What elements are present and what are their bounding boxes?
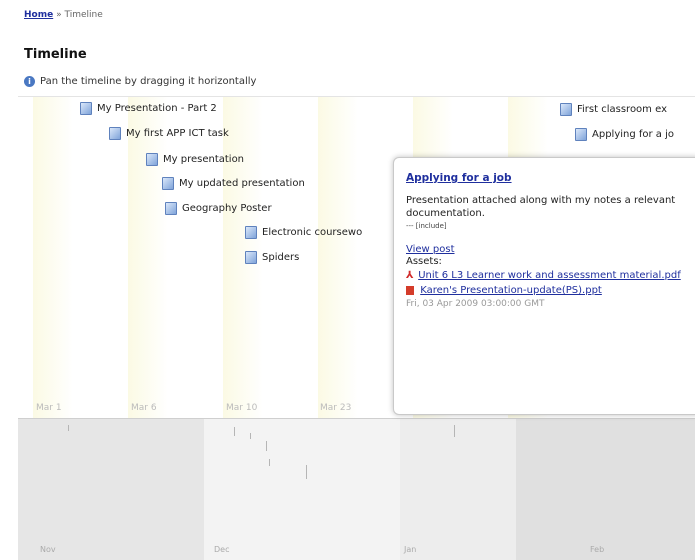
assets-label: Assets:: [406, 256, 442, 267]
asset-item[interactable]: Karen's Presentation-update(PS).ppt: [406, 284, 690, 297]
overview-tick: [234, 427, 235, 436]
date-label: Mar 1: [36, 403, 62, 413]
event-label: Spiders: [262, 252, 300, 263]
event-label: My presentation: [163, 154, 245, 165]
timeline-hint: i Pan the timeline by dragging it horizo…: [24, 76, 256, 87]
timeline-event[interactable]: My updated presentation: [162, 177, 305, 190]
overview-band: [516, 419, 695, 560]
timeline-event[interactable]: Electronic coursewo: [245, 226, 362, 239]
event-label: My Presentation - Part 2: [97, 103, 217, 114]
hint-text: Pan the timeline by dragging it horizont…: [40, 76, 257, 87]
popup-date: Fri, 03 Apr 2009 03:00:00 GMT: [406, 299, 545, 309]
event-label: Electronic coursewo: [262, 227, 363, 238]
overview-label: Jan: [404, 545, 417, 554]
overview-band: [204, 419, 400, 560]
event-popup: Applying for a job Presentation attached…: [393, 157, 695, 415]
overview-tick: [306, 465, 307, 479]
date-label: Mar 23: [320, 403, 352, 413]
timeline-event[interactable]: Spiders: [245, 251, 299, 264]
timeline-event[interactable]: First classroom ex: [560, 103, 667, 116]
event-label: My first APP ICT task: [126, 128, 229, 139]
overview-label: Dec: [214, 545, 230, 554]
document-icon: [245, 251, 257, 264]
overview-band: [400, 419, 516, 560]
document-icon: [162, 177, 174, 190]
timeline-band: [33, 97, 73, 419]
document-icon: [560, 103, 572, 116]
breadcrumb-current: Timeline: [64, 10, 103, 20]
event-label: My updated presentation: [179, 178, 305, 189]
view-post-link[interactable]: View post: [406, 244, 455, 255]
document-icon: [146, 153, 158, 166]
event-label: Applying for a jo: [592, 129, 675, 140]
timeline-band: [128, 97, 168, 419]
timeline-band: [318, 97, 358, 419]
popup-title-link[interactable]: Applying for a job: [406, 172, 690, 184]
breadcrumb-separator: »: [56, 10, 62, 20]
document-icon: [575, 128, 587, 141]
overview-tick: [250, 433, 251, 439]
overview-tick: [269, 459, 270, 466]
info-icon: i: [24, 76, 35, 87]
breadcrumb-home-link[interactable]: Home: [24, 10, 53, 20]
overview-tick: [68, 425, 69, 431]
page-title: Timeline: [24, 47, 87, 62]
timeline-event[interactable]: My first APP ICT task: [109, 127, 229, 140]
document-icon: [109, 127, 121, 140]
popup-tag: --- [include]: [406, 222, 447, 230]
timeline-event[interactable]: Geography Poster: [165, 202, 272, 215]
asset-link[interactable]: Karen's Presentation-update(PS).ppt: [420, 285, 602, 296]
ppt-icon: [406, 285, 414, 295]
overview-tick: [454, 425, 455, 437]
breadcrumb: Home » Timeline: [24, 10, 103, 20]
overview-band: [18, 419, 204, 560]
event-label: First classroom ex: [577, 104, 667, 115]
overview-label: Nov: [40, 545, 56, 554]
asset-link[interactable]: Unit 6 L3 Learner work and assessment ma…: [418, 270, 681, 281]
popup-description: Presentation attached along with my note…: [406, 195, 676, 219]
timeline-overview[interactable]: Nov Dec Jan Feb: [18, 418, 695, 560]
pdf-icon: ⅄: [406, 270, 414, 281]
timeline-event[interactable]: My presentation: [146, 153, 244, 166]
date-label: Mar 6: [131, 403, 157, 413]
document-icon: [165, 202, 177, 215]
document-icon: [80, 102, 92, 115]
date-label: Mar 10: [226, 403, 258, 413]
timeline-event[interactable]: My Presentation - Part 2: [80, 102, 217, 115]
asset-item[interactable]: ⅄ Unit 6 L3 Learner work and assessment …: [406, 269, 690, 282]
document-icon: [245, 226, 257, 239]
overview-label: Feb: [590, 545, 605, 554]
event-label: Geography Poster: [182, 203, 272, 214]
overview-tick: [266, 441, 267, 451]
timeline-event[interactable]: Applying for a jo: [575, 128, 674, 141]
